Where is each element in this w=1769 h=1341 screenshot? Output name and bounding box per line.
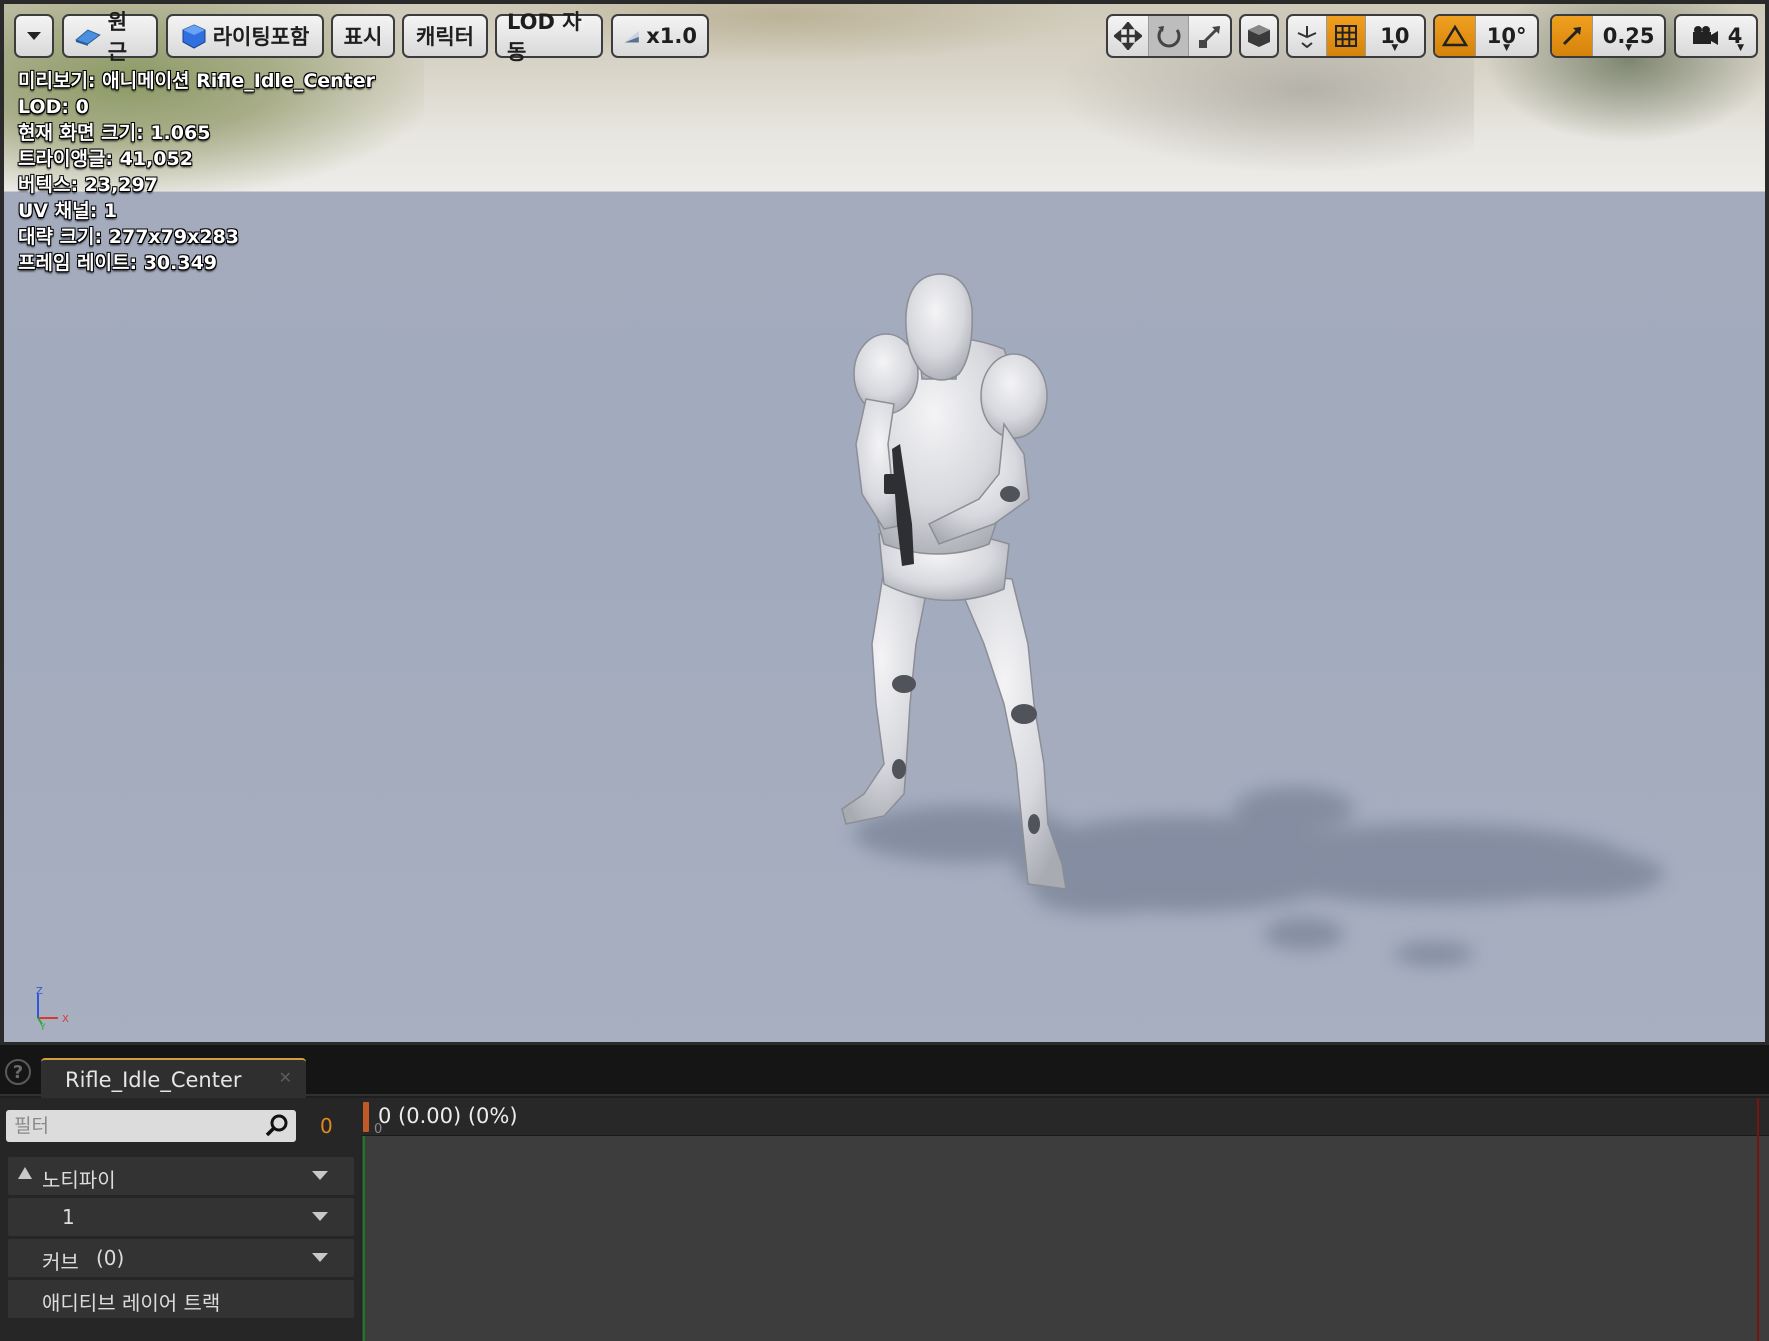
show-button[interactable]: 표시: [331, 14, 395, 58]
rotation-snap-value[interactable]: 10° ▼: [1476, 16, 1537, 56]
chevron-down-icon[interactable]: [312, 1171, 328, 1180]
notify-track-1-label: 1: [62, 1205, 75, 1229]
svg-text:Y: Y: [39, 1023, 46, 1030]
lit-sphere-icon: [182, 24, 206, 49]
chevron-down-icon: ▼: [1391, 43, 1399, 53]
anim-sequence-timeline-panel: ? Rifle_Idle_Center ✕ 0 노티파이 1 커브: [0, 1045, 1769, 1341]
tab-rifle-idle-center[interactable]: Rifle_Idle_Center ✕: [41, 1058, 306, 1098]
lod-button[interactable]: LOD 자동: [495, 10, 603, 64]
chevron-down-icon[interactable]: [312, 1212, 328, 1221]
grid-snap-value[interactable]: 10 ▼: [1366, 16, 1424, 56]
character-button[interactable]: 캐릭터: [402, 14, 488, 58]
ruler-tick-label: 0: [374, 1122, 383, 1137]
camera-speed-button[interactable]: 4 ▼: [1676, 16, 1756, 56]
show-label: 표시: [343, 25, 383, 49]
playback-icon: [624, 30, 639, 43]
tab-bar: ? Rifle_Idle_Center ✕: [0, 1045, 1769, 1098]
chevron-down-icon: ▼: [1737, 43, 1744, 53]
animation-editor: 원근 라이팅포함 표시 캐릭터 LOD 자동 x1.0 10 ▼ 10° ▼ 0…: [0, 0, 1769, 1341]
additive-layer-track[interactable]: 애디티브 레이어 트랙: [8, 1280, 354, 1318]
stat-preview: 미리보기: 애니메이션 Rifle_Idle_Center: [18, 70, 376, 92]
rotation-snap-toggle[interactable]: [1435, 16, 1477, 56]
coord-space-group: [1239, 14, 1279, 58]
curves-label: 커브: [42, 1250, 79, 1274]
perspective-icon: [74, 29, 101, 46]
rotate-icon: [1157, 26, 1180, 48]
scale-snap-group: 0.25 ▼: [1550, 14, 1666, 58]
stat-lod: LOD: 0: [18, 96, 89, 118]
angle-icon: [1442, 24, 1469, 47]
stat-vertices: 버텍스: 23,297: [18, 174, 158, 196]
grid-icon: [1334, 25, 1357, 47]
chevron-down-icon: [27, 32, 41, 40]
svg-text:Z: Z: [36, 986, 43, 997]
help-icon[interactable]: ?: [5, 1059, 31, 1085]
speed-label: x1.0: [646, 24, 697, 48]
grid-snap-group: 10 ▼: [1286, 14, 1426, 58]
stat-screen-size: 현재 화면 크기: 1.065: [18, 122, 211, 144]
scrub-handle[interactable]: [363, 1102, 369, 1132]
preview-viewport[interactable]: 원근 라이팅포함 표시 캐릭터 LOD 자동 x1.0 10 ▼ 10° ▼ 0…: [0, 0, 1769, 1045]
surface-snap-toggle[interactable]: [1288, 16, 1327, 56]
translate-tool[interactable]: [1108, 16, 1149, 56]
curves-track[interactable]: 커브 (0): [8, 1239, 354, 1277]
transform-tools-group: [1106, 14, 1232, 58]
grid-snap-toggle[interactable]: [1326, 16, 1366, 56]
stat-triangles: 트라이앵글: 41,052: [18, 148, 193, 170]
scale-snap-icon: [1563, 26, 1582, 46]
svg-text:X: X: [62, 1014, 69, 1025]
camera-icon: [1692, 26, 1718, 45]
timeline-position-label: 0 (0.00) (0%): [378, 1104, 518, 1128]
scale-snap-toggle[interactable]: [1552, 16, 1594, 56]
playback-end-marker[interactable]: [1757, 1098, 1759, 1341]
curves-count: (0): [96, 1246, 125, 1270]
world-local-toggle[interactable]: [1241, 16, 1277, 56]
viewport-options-button[interactable]: [14, 14, 54, 58]
scale-icon: [1198, 25, 1220, 48]
camera-speed-group[interactable]: 4 ▼: [1674, 14, 1758, 58]
viewport-stats: 미리보기: 애니메이션 Rifle_Idle_Center LOD: 0 현재 …: [18, 68, 375, 276]
lighting-button[interactable]: 라이팅포함: [166, 14, 324, 58]
notifies-track[interactable]: 노티파이: [8, 1157, 354, 1195]
close-icon[interactable]: ✕: [279, 1068, 292, 1087]
world-cube-icon: [1248, 25, 1270, 47]
axis-gizmo-icon: Z X Y: [36, 986, 69, 1030]
character-body: [841, 273, 1067, 890]
chevron-down-icon[interactable]: [312, 1253, 328, 1262]
lighting-label: 라이팅포함: [212, 25, 310, 49]
scale-tool[interactable]: [1189, 16, 1230, 56]
tab-label: Rifle_Idle_Center: [65, 1068, 242, 1092]
scale-snap-value[interactable]: 0.25 ▼: [1593, 16, 1664, 56]
notify-track-1[interactable]: 1: [8, 1198, 354, 1236]
timeline-ruler[interactable]: 0 (0.00) (0%) 0: [362, 1098, 1769, 1137]
chevron-down-icon: ▼: [1503, 43, 1511, 53]
stat-frame-rate: 프레임 레이트: 30.349: [18, 252, 218, 274]
surface-snap-icon: [1297, 26, 1317, 49]
stat-uv-channels: UV 채널: 1: [18, 200, 118, 222]
search-icon[interactable]: [264, 1113, 290, 1139]
character-label: 캐릭터: [416, 25, 474, 49]
perspective-button[interactable]: 원근: [62, 10, 158, 64]
perspective-label: 원근: [107, 10, 128, 64]
move-arrows-icon: [1113, 22, 1142, 50]
track-list: 0 노티파이 1 커브 (0) 애디티브 레이어 트랙: [0, 1098, 362, 1341]
notifies-label: 노티파이: [42, 1168, 116, 1192]
filter-input[interactable]: [6, 1110, 256, 1142]
timeline-area[interactable]: 0 (0.00) (0%) 0: [362, 1098, 1769, 1341]
collapse-icon[interactable]: [18, 1167, 32, 1179]
rotation-snap-group: 10° ▼: [1433, 14, 1539, 58]
filter-box: [6, 1110, 296, 1142]
character-shadow: [854, 787, 1664, 966]
current-frame-number: 0: [320, 1114, 333, 1138]
playback-speed-button[interactable]: x1.0: [611, 14, 709, 58]
playback-start-marker[interactable]: [363, 1136, 365, 1341]
rotate-tool[interactable]: [1148, 16, 1190, 56]
lod-label: LOD 자동: [507, 10, 582, 64]
additive-layer-label: 애디티브 레이어 트랙: [42, 1291, 221, 1315]
chevron-down-icon: ▼: [1625, 43, 1633, 53]
stat-approx-size: 대략 크기: 277x79x283: [18, 226, 240, 248]
